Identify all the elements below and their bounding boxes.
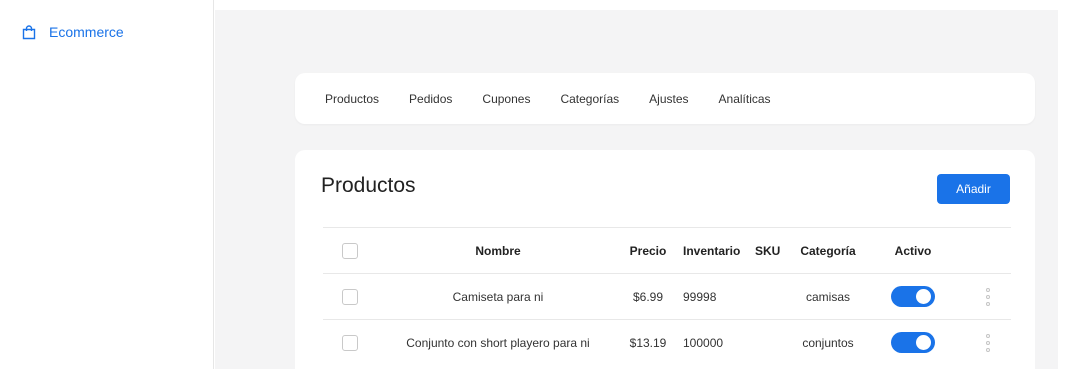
header-active: Activo — [894, 243, 932, 258]
header-sku: SKU — [755, 243, 781, 258]
products-panel: Productos Añadir Nombre Precio Inventari… — [295, 150, 1035, 380]
tab-categorias[interactable]: Categorías — [560, 92, 619, 106]
tab-productos[interactable]: Productos — [325, 92, 379, 106]
product-name: Camiseta para ni — [452, 289, 544, 304]
product-inventory: 99998 — [683, 289, 717, 304]
product-name: Conjunto con short playero para ni — [406, 335, 590, 350]
table-header: Nombre Precio Inventario SKU Categoría A… — [323, 227, 1011, 273]
tab-analiticas[interactable]: Analíticas — [719, 92, 771, 106]
header-name: Nombre — [475, 243, 521, 258]
shopping-bag-icon — [22, 24, 36, 39]
product-sku — [755, 274, 785, 319]
product-category: conjuntos — [802, 335, 854, 350]
brand-link[interactable]: Ecommerce — [22, 24, 124, 40]
main-area: Productos Pedidos Cupones Categorías Aju… — [215, 10, 1058, 380]
header-price: Precio — [629, 243, 667, 258]
row-checkbox[interactable] — [342, 334, 358, 351]
tab-bar: Productos Pedidos Cupones Categorías Aju… — [295, 73, 1035, 124]
active-toggle[interactable] — [891, 286, 935, 307]
tab-cupones[interactable]: Cupones — [482, 92, 530, 106]
active-toggle[interactable] — [891, 332, 935, 353]
brand-label: Ecommerce — [49, 24, 124, 40]
header-inventory: Inventario — [683, 243, 741, 258]
sidebar: Ecommerce — [0, 0, 214, 369]
page-title: Productos — [321, 174, 416, 197]
product-price: $6.99 — [632, 289, 664, 304]
add-product-button[interactable]: Añadir — [937, 174, 1010, 204]
product-inventory: 100000 — [683, 335, 724, 350]
row-checkbox[interactable] — [342, 288, 358, 305]
table-row: Camiseta para ni $6.99 99998 camisas — [323, 273, 1011, 319]
tab-ajustes[interactable]: Ajustes — [649, 92, 688, 106]
toggle-knob — [916, 289, 931, 304]
products-table: Nombre Precio Inventario SKU Categoría A… — [323, 227, 1011, 365]
toggle-knob — [916, 335, 931, 350]
tab-pedidos[interactable]: Pedidos — [409, 92, 452, 106]
product-sku — [755, 320, 785, 365]
table-row: Conjunto con short playero para ni $13.1… — [323, 319, 1011, 365]
select-all-checkbox[interactable] — [342, 242, 358, 259]
product-price: $13.19 — [629, 335, 667, 350]
product-category: camisas — [805, 289, 850, 304]
more-vertical-icon[interactable] — [985, 287, 991, 306]
header-category: Categoría — [800, 243, 856, 258]
more-vertical-icon[interactable] — [985, 333, 991, 352]
